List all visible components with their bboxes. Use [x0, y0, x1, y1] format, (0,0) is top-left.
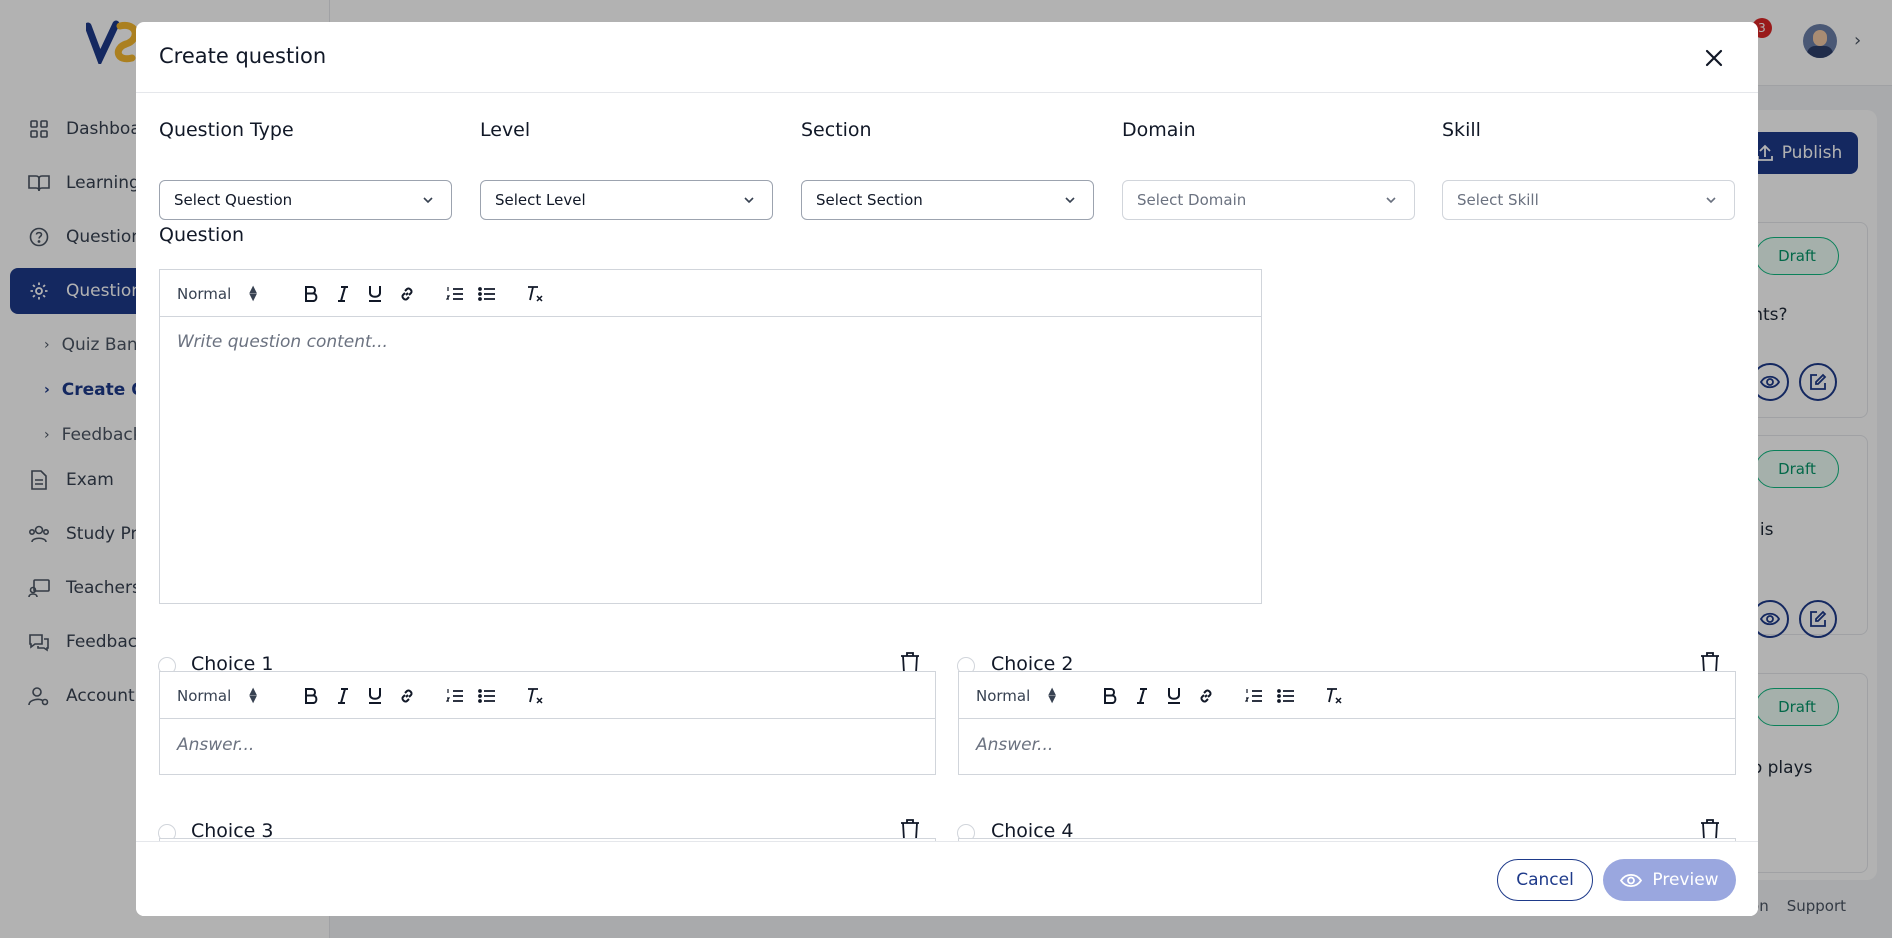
link-button[interactable] — [394, 270, 420, 317]
select-placeholder: Select Skill — [1457, 191, 1539, 209]
clear-format-button[interactable] — [1321, 672, 1347, 719]
chevron-down-icon — [423, 197, 433, 204]
underline-icon — [1168, 688, 1180, 704]
bullet-list-button[interactable] — [474, 672, 500, 719]
ordered-list-icon — [446, 688, 463, 702]
italic-button[interactable] — [330, 270, 356, 317]
format-select[interactable]: Normal ▲ ▼ — [976, 672, 1076, 719]
preview-label: Preview — [1652, 870, 1719, 890]
section-label: Section — [801, 119, 872, 141]
bold-button[interactable] — [1097, 672, 1123, 719]
preview-button[interactable]: Preview — [1603, 859, 1736, 901]
bold-button[interactable] — [298, 270, 324, 317]
create-question-modal: Create question Question Type Level Sect… — [136, 22, 1758, 916]
chevron-down-icon — [1706, 197, 1716, 204]
underline-icon — [369, 286, 381, 302]
select-value: Select Level — [495, 191, 586, 209]
link-button[interactable] — [1193, 672, 1219, 719]
close-icon — [1705, 49, 1723, 67]
underline-button[interactable] — [362, 672, 388, 719]
chevron-down-icon — [744, 197, 754, 204]
link-button[interactable] — [394, 672, 420, 719]
chevron-down-icon — [1065, 197, 1075, 204]
italic-icon — [338, 285, 348, 302]
italic-button[interactable] — [330, 672, 356, 719]
domain-select[interactable]: Select Domain — [1122, 180, 1415, 220]
updown-icon: ▲ ▼ — [249, 685, 257, 705]
bullet-list-button[interactable] — [1273, 672, 1299, 719]
level-label: Level — [480, 119, 531, 141]
level-select[interactable]: Select Level — [480, 180, 773, 220]
select-value: Select Section — [816, 191, 923, 209]
italic-icon — [338, 687, 348, 704]
ordered-list-icon — [446, 286, 463, 300]
clear-format-icon — [1327, 687, 1342, 704]
choice-1-answer-input[interactable]: Answer... — [177, 735, 254, 755]
choice-1-editor: Normal ▲ ▼ Answer... — [159, 671, 936, 775]
ordered-list-button[interactable] — [442, 270, 468, 317]
ordered-list-button[interactable] — [442, 672, 468, 719]
format-select[interactable]: Normal ▲ ▼ — [177, 270, 277, 317]
clear-format-button[interactable] — [522, 270, 548, 317]
editor-toolbar: Normal ▲ ▼ — [160, 672, 935, 719]
format-value: Normal — [177, 284, 232, 303]
underline-button[interactable] — [362, 270, 388, 317]
bold-icon — [305, 687, 318, 704]
bold-icon — [305, 285, 318, 302]
modal-body: Question Type Level Section Domain Skill… — [136, 93, 1758, 841]
skill-label: Skill — [1442, 119, 1481, 141]
format-select[interactable]: Normal ▲ ▼ — [177, 672, 277, 719]
select-placeholder: Select Domain — [1137, 191, 1247, 209]
question-content-input[interactable]: Write question content... — [177, 332, 388, 352]
bullet-list-icon — [478, 688, 495, 703]
underline-button[interactable] — [1161, 672, 1187, 719]
link-icon — [1200, 689, 1212, 702]
question-type-select[interactable]: Select Question — [159, 180, 452, 220]
format-value: Normal — [177, 686, 232, 705]
chevron-down-icon — [1386, 197, 1396, 204]
ordered-list-icon — [1245, 688, 1262, 702]
choice-2-editor: Normal ▲ ▼ Answer... — [958, 671, 1736, 775]
bullet-list-icon — [478, 286, 495, 301]
question-type-label: Question Type — [159, 119, 294, 141]
modal-header: Create question — [136, 22, 1758, 93]
skill-select[interactable]: Select Skill — [1442, 180, 1735, 220]
cancel-button[interactable]: Cancel — [1497, 859, 1593, 901]
modal-footer: Cancel Preview — [136, 841, 1758, 916]
updown-icon: ▲ ▼ — [249, 283, 257, 303]
link-icon — [401, 287, 413, 300]
question-editor: Normal ▲ ▼ Write question content... — [159, 269, 1262, 604]
choice-2-answer-input[interactable]: Answer... — [976, 735, 1053, 755]
clear-format-button[interactable] — [522, 672, 548, 719]
ordered-list-button[interactable] — [1241, 672, 1267, 719]
bullet-list-button[interactable] — [474, 270, 500, 317]
domain-label: Domain — [1122, 119, 1196, 141]
underline-icon — [369, 688, 381, 704]
clear-format-icon — [528, 285, 543, 302]
link-icon — [401, 689, 413, 702]
section-select[interactable]: Select Section — [801, 180, 1094, 220]
format-value: Normal — [976, 686, 1031, 705]
question-label: Question — [159, 224, 244, 246]
modal-title: Create question — [159, 44, 327, 68]
select-value: Select Question — [174, 191, 293, 209]
italic-icon — [1137, 687, 1147, 704]
updown-icon: ▲ ▼ — [1048, 685, 1056, 705]
bullet-list-icon — [1277, 688, 1294, 703]
italic-button[interactable] — [1129, 672, 1155, 719]
eye-icon — [1620, 873, 1643, 887]
editor-toolbar: Normal ▲ ▼ — [160, 270, 1261, 317]
bold-button[interactable] — [298, 672, 324, 719]
editor-toolbar: Normal ▲ ▼ — [959, 672, 1735, 719]
clear-format-icon — [528, 687, 543, 704]
bold-icon — [1104, 687, 1117, 704]
close-button[interactable] — [1699, 43, 1729, 73]
